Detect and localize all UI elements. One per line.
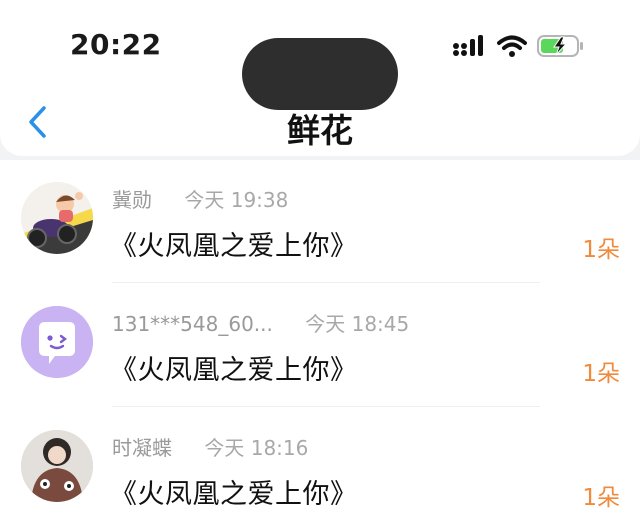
avatar[interactable] bbox=[21, 306, 93, 378]
wifi-icon bbox=[497, 35, 527, 57]
list-item[interactable]: 冀勋 今天 19:38 《火凤凰之爱上你》 1朵 bbox=[0, 160, 640, 284]
gift-count: 1朵 bbox=[582, 361, 620, 387]
gift-meta: 时凝蝶 今天 18:16 bbox=[112, 432, 308, 461]
list-item[interactable]: 时凝蝶 今天 18:16 《火凤凰之爱上你》 1朵 bbox=[0, 408, 640, 529]
sender-name[interactable]: 冀勋 bbox=[112, 184, 152, 213]
gift-item-title: 《火凤凰之爱上你》 bbox=[110, 479, 358, 510]
divider bbox=[112, 282, 540, 283]
gift-time: 今天 18:45 bbox=[305, 312, 410, 336]
avatar[interactable] bbox=[21, 430, 93, 502]
header: 20:22 鲜花 bbox=[0, 0, 640, 156]
gift-item-title: 《火凤凰之爱上你》 bbox=[110, 355, 358, 386]
gift-time: 今天 18:16 bbox=[204, 436, 309, 460]
divider bbox=[112, 406, 540, 407]
gift-count: 1朵 bbox=[582, 485, 620, 511]
sender-name[interactable]: 131***548_60... bbox=[112, 312, 273, 336]
status-icons bbox=[453, 32, 585, 60]
gift-meta: 131***548_60... 今天 18:45 bbox=[112, 308, 409, 337]
avatar[interactable] bbox=[21, 182, 93, 254]
list-item[interactable]: 131***548_60... 今天 18:45 《火凤凰之爱上你》 1朵 bbox=[0, 284, 640, 408]
page-title: 鲜花 bbox=[287, 111, 353, 150]
gift-count: 1朵 bbox=[582, 237, 620, 263]
gift-time: 今天 19:38 bbox=[184, 188, 289, 212]
sender-name[interactable]: 时凝蝶 bbox=[112, 432, 172, 461]
gift-list[interactable]: 冀勋 今天 19:38 《火凤凰之爱上你》 1朵 131***548_60...… bbox=[0, 160, 640, 529]
dynamic-island bbox=[242, 38, 398, 110]
gift-item-title: 《火凤凰之爱上你》 bbox=[110, 231, 358, 262]
status-time: 20:22 bbox=[70, 28, 162, 61]
chat-bubble-avatar-image bbox=[21, 306, 93, 378]
battery-charging-icon bbox=[537, 35, 583, 57]
signal-icon bbox=[453, 35, 483, 56]
cartoon-avatar-image bbox=[21, 182, 93, 254]
photo-avatar-image bbox=[21, 430, 93, 502]
gift-meta: 冀勋 今天 19:38 bbox=[112, 184, 288, 213]
